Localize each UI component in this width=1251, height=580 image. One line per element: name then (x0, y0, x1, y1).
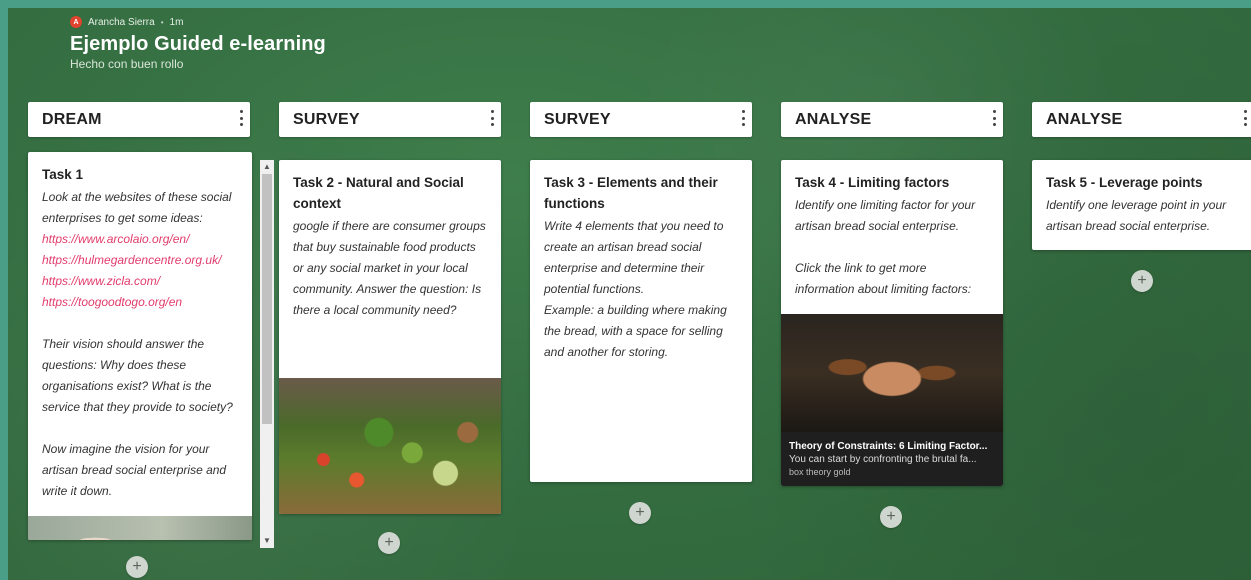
link-preview-description: You can start by confronting the brutal … (789, 454, 977, 465)
column-header: ANALYSE (1032, 102, 1251, 137)
post-text: Look at the websites of these social ent… (42, 190, 232, 225)
link-preview-title: Theory of Constraints: 6 Limiting Factor… (789, 441, 988, 452)
post-title: Task 1 (42, 167, 84, 182)
post-link[interactable]: https://toogoodtogo.org/en (42, 292, 238, 313)
add-post-button[interactable]: + (378, 532, 400, 554)
column-title[interactable]: ANALYSE (795, 111, 871, 129)
post-title: Task 4 - Limiting factors (795, 175, 950, 190)
scroll-thumb[interactable] (262, 174, 272, 424)
post-image[interactable] (279, 378, 501, 514)
column-header: ANALYSE (781, 102, 1003, 137)
post-text: Identify one limiting factor for your ar… (795, 198, 976, 233)
post-card-task-2[interactable]: Task 2 - Natural and Social context goog… (279, 160, 501, 514)
post-body: Write 4 elements that you need to create… (530, 214, 752, 363)
author-name[interactable]: Arancha Sierra (88, 17, 155, 28)
post-link[interactable]: https://www.arcolaio.org/en/ (42, 229, 238, 250)
column-menu-icon[interactable] (489, 110, 495, 126)
column-menu-icon[interactable] (740, 110, 746, 126)
column-analyse-1: ANALYSE Task 4 - Limiting factors Identi… (781, 102, 1003, 528)
column-survey-1: SURVEY Task 2 - Natural and Social conte… (279, 102, 501, 554)
post-title: Task 5 - Leverage points (1046, 175, 1203, 190)
author-line: A Arancha Sierra • 1m (70, 15, 326, 29)
add-post-button[interactable]: + (629, 502, 651, 524)
post-link[interactable]: https://www.zicla.com/ (42, 271, 238, 292)
column-header: DREAM (28, 102, 250, 137)
post-body: Identify one limiting factor for your ar… (781, 193, 1003, 300)
time-ago: 1m (169, 16, 184, 28)
add-post-button[interactable]: + (126, 556, 148, 578)
column-title[interactable]: DREAM (42, 111, 102, 129)
post-body: Identify one leverage point in your arti… (1046, 198, 1227, 233)
column-menu-icon[interactable] (1242, 110, 1248, 126)
scroll-up-icon[interactable]: ▲ (260, 160, 274, 174)
link-preview-image[interactable] (781, 314, 1003, 432)
column-title[interactable]: ANALYSE (1046, 111, 1122, 129)
post-card-task-3[interactable]: Task 3 - Elements and their functions Wr… (530, 160, 752, 482)
avatar[interactable]: A (70, 16, 82, 28)
column-menu-icon[interactable] (991, 110, 997, 126)
link-preview[interactable]: Theory of Constraints: 6 Limiting Factor… (781, 432, 1003, 486)
scroll-down-icon[interactable]: ▼ (260, 534, 274, 548)
column-header: SURVEY (530, 102, 752, 137)
add-post-button[interactable]: + (880, 506, 902, 528)
column-dream: DREAM Task 1 Look at the websites of the… (28, 102, 252, 578)
post-title: Task 2 - Natural and Social context (293, 175, 464, 211)
post-card-task-4[interactable]: Task 4 - Limiting factors Identify one l… (781, 160, 1003, 486)
post-card-task-1[interactable]: Task 1 Look at the websites of these soc… (28, 152, 252, 540)
post-title: Task 3 - Elements and their functions (544, 175, 718, 211)
column-header: SURVEY (279, 102, 501, 137)
separator-dot: • (160, 17, 164, 27)
board-header: A Arancha Sierra • 1m Ejemplo Guided e-l… (70, 15, 326, 71)
board-subtitle: Hecho con buen rollo (70, 57, 184, 71)
column-title[interactable]: SURVEY (544, 111, 611, 129)
post-text: Their vision should answer the questions… (42, 337, 233, 414)
post-text: Example: a building where making the bre… (544, 303, 727, 359)
column-title[interactable]: SURVEY (293, 111, 360, 129)
post-text: Now imagine the vision for your artisan … (42, 442, 227, 498)
post-image[interactable] (28, 516, 252, 540)
link-preview-site: box theory gold (789, 467, 851, 477)
post-text: Write 4 elements that you need to create… (544, 219, 724, 296)
column-analyse-2: ANALYSE Task 5 - Leverage points Identif… (1032, 102, 1251, 292)
post-link[interactable]: https://hulmegardencentre.org.uk/ (42, 250, 238, 271)
board-canvas: A Arancha Sierra • 1m Ejemplo Guided e-l… (8, 8, 1251, 580)
column-menu-icon[interactable] (238, 110, 244, 126)
column-survey-2: SURVEY Task 3 - Elements and their funct… (530, 102, 752, 524)
add-post-button[interactable]: + (1131, 270, 1153, 292)
post-body: Look at the websites of these social ent… (28, 185, 252, 502)
board-title: Ejemplo Guided e-learning (70, 33, 326, 55)
post-body: google if there are consumer groups that… (293, 219, 486, 317)
post-text: Click the link to get more information a… (795, 261, 972, 296)
column-scrollbar[interactable]: ▲ ▼ (260, 160, 274, 548)
post-card-task-5[interactable]: Task 5 - Leverage points Identify one le… (1032, 160, 1251, 250)
